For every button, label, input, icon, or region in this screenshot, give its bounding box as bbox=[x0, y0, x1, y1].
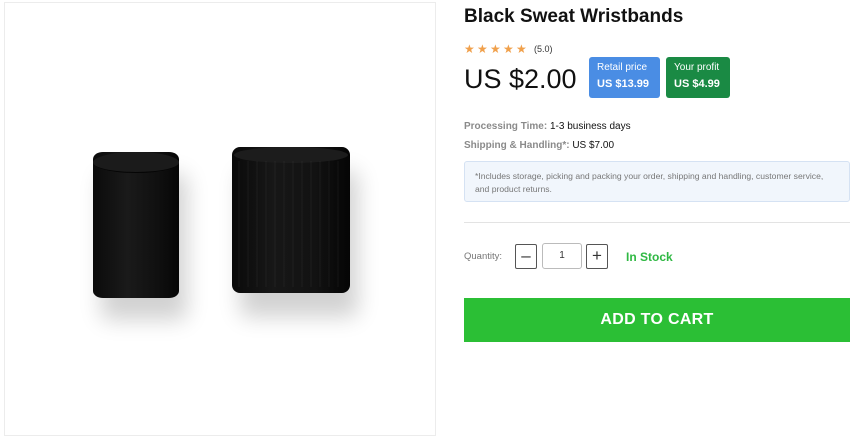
star-icon: ★ bbox=[477, 42, 488, 56]
processing-time-label: Processing Time: bbox=[464, 121, 548, 132]
processing-time-value: 1-3 business days bbox=[549, 121, 631, 132]
profit-label: Your profit bbox=[674, 62, 720, 73]
stock-status: In Stock bbox=[626, 250, 673, 264]
retail-price-value: US $13.99 bbox=[597, 78, 649, 90]
divider bbox=[464, 222, 850, 223]
star-icon: ★ bbox=[503, 42, 514, 56]
product-image[interactable] bbox=[4, 2, 436, 436]
quantity-input[interactable]: 1 bbox=[542, 243, 582, 269]
processing-time: Processing Time: 1-3 business days bbox=[464, 121, 631, 132]
shipping-handling: Shipping & Handling*: US $7.00 bbox=[464, 140, 614, 151]
quantity-label: Quantity: bbox=[464, 251, 503, 262]
retail-price-label: Retail price bbox=[597, 62, 648, 73]
quantity-decrease-button[interactable]: – bbox=[515, 244, 537, 269]
product-title: Black Sweat Wristbands bbox=[464, 6, 684, 27]
profit-badge: Your profit US $4.99 bbox=[666, 57, 730, 98]
star-icon: ★ bbox=[516, 42, 527, 56]
shipping-note: *Includes storage, picking and packing y… bbox=[464, 161, 850, 202]
wristband-small-image bbox=[93, 152, 179, 298]
shipping-value: US $7.00 bbox=[572, 140, 615, 151]
profit-value: US $4.99 bbox=[674, 78, 720, 90]
quantity-increase-button[interactable]: + bbox=[586, 244, 608, 269]
star-icon: ★ bbox=[490, 42, 501, 56]
wristband-large-image bbox=[232, 147, 350, 293]
rating: ★ ★ ★ ★ ★ (5.0) bbox=[464, 42, 553, 56]
retail-price-badge: Retail price US $13.99 bbox=[589, 57, 660, 98]
product-price: US $2.00 bbox=[464, 64, 577, 94]
shipping-label: Shipping & Handling*: bbox=[464, 140, 570, 151]
star-icon: ★ bbox=[464, 42, 475, 56]
add-to-cart-button[interactable]: ADD TO CART bbox=[464, 298, 850, 342]
rating-score: (5.0) bbox=[534, 44, 553, 54]
